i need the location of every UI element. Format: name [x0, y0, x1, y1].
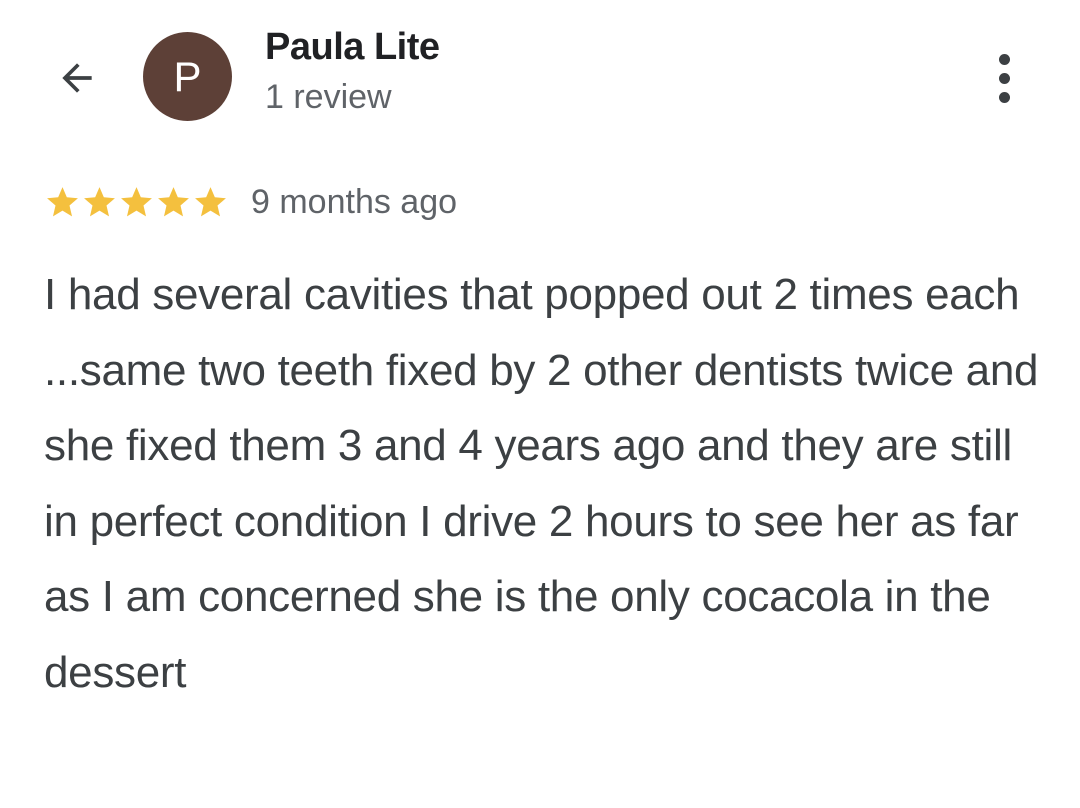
review-date: 9 months ago	[251, 183, 458, 221]
arrow-left-icon	[62, 63, 92, 93]
more-vert-icon-dot	[998, 53, 1010, 65]
more-vert-icon-dot	[998, 72, 1010, 84]
review-page: P Paula Lite 1 review 9 months ago I had…	[0, 0, 1080, 808]
avatar-initial: P	[173, 52, 202, 100]
back-button[interactable]	[44, 50, 110, 106]
review-text: I had several cavities that popped out 2…	[44, 270, 1039, 697]
star-icon	[195, 186, 226, 216]
star-icon	[47, 186, 78, 216]
avatar[interactable]: P	[143, 32, 232, 121]
author-name[interactable]: Paula Lite	[265, 24, 440, 70]
rating-row: 9 months ago	[44, 180, 457, 224]
more-options-button[interactable]	[982, 48, 1026, 108]
review-count: 1 review	[265, 78, 392, 116]
star-rating	[44, 184, 229, 221]
more-vert-icon-dot	[998, 91, 1010, 103]
star-icon	[84, 186, 115, 216]
star-icon	[158, 186, 189, 216]
author-info: Paula Lite 1 review	[265, 24, 440, 120]
star-icon	[121, 186, 152, 216]
